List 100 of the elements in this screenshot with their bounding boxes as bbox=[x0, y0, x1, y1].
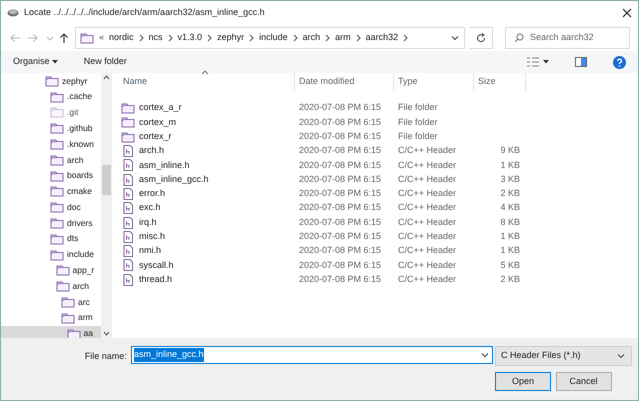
document-icon bbox=[123, 188, 133, 200]
close-icon[interactable] bbox=[622, 8, 632, 18]
file-name-field[interactable]: asm_inline_gcc.h bbox=[131, 346, 493, 364]
scrollbar[interactable] bbox=[101, 73, 112, 338]
file-name[interactable]: thread.h bbox=[139, 272, 172, 286]
column-header[interactable]: Name bbox=[119, 73, 295, 91]
preview-pane-icon[interactable] bbox=[575, 57, 587, 67]
file-name[interactable]: irq.h bbox=[139, 216, 157, 230]
tree-item[interactable]: .github bbox=[1, 120, 101, 136]
type-cell-text: C/C++ Header bbox=[397, 158, 458, 172]
document-icon bbox=[123, 174, 133, 186]
tree-item[interactable]: aa bbox=[1, 326, 101, 338]
file-name[interactable]: cortex_a_r bbox=[139, 101, 182, 115]
column-header[interactable]: Size bbox=[474, 73, 526, 91]
chevron-icon bbox=[249, 34, 254, 42]
tree-item[interactable]: dts bbox=[1, 230, 101, 247]
file-type-select[interactable]: C Header Files (*.h) bbox=[495, 346, 632, 366]
refresh-button[interactable] bbox=[469, 27, 494, 49]
breadcrumb[interactable]: nordic bbox=[109, 31, 134, 45]
breadcrumb[interactable]: arch bbox=[302, 31, 320, 45]
breadcrumb[interactable]: arm bbox=[335, 31, 351, 45]
date-cell-text: 2020-07-08 PM 6:15 bbox=[298, 244, 382, 258]
type-cell-text: File folder bbox=[397, 101, 439, 114]
file-name[interactable]: arch.h bbox=[139, 144, 164, 158]
tree-item[interactable]: arm bbox=[1, 310, 101, 326]
date-cell-text: 2020-07-08 PM 6:15 bbox=[298, 187, 382, 200]
document-icon bbox=[123, 230, 133, 243]
help-icon[interactable] bbox=[613, 56, 626, 68]
tree-item[interactable]: app_r bbox=[1, 262, 101, 278]
breadcrumb[interactable]: v1.3.0 bbox=[178, 31, 202, 45]
chevron-icon bbox=[403, 34, 408, 42]
file-name-label: File name: bbox=[84, 350, 127, 364]
size-cell: 2 KB bbox=[500, 188, 520, 198]
type-cell-text: C/C++ Header bbox=[397, 201, 458, 214]
type-cell-text: C/C++ Header bbox=[397, 172, 458, 186]
app-icon bbox=[7, 8, 19, 18]
breadcrumb[interactable]: aarch32 bbox=[366, 31, 398, 45]
folder-icon bbox=[50, 232, 64, 245]
date-cell-text: 2020-07-08 PM 6:15 bbox=[298, 230, 382, 244]
document-icon bbox=[123, 159, 133, 172]
tree-item[interactable]: arc bbox=[1, 294, 101, 310]
folder-icon bbox=[50, 170, 64, 182]
chevron-icon bbox=[207, 34, 212, 42]
chevron-icon bbox=[292, 34, 298, 42]
folder-icon bbox=[121, 130, 135, 143]
breadcrumb[interactable]: zephyr bbox=[217, 31, 244, 45]
scrollbar-thumb[interactable] bbox=[102, 165, 111, 195]
folder-icon bbox=[50, 106, 64, 118]
address-bar[interactable]: « nordic ncs v1.3.0 zephyr include arch arm aarch32 bbox=[75, 27, 465, 49]
search-field[interactable]: Search aarch32 bbox=[505, 27, 630, 49]
tree-item[interactable]: arch bbox=[1, 278, 101, 294]
folder-icon bbox=[61, 312, 75, 324]
tree-item[interactable]: include bbox=[1, 246, 101, 263]
chevron-icon bbox=[168, 34, 173, 42]
date-cell-text: 2020-07-08 PM 6:15 bbox=[298, 101, 382, 114]
folder-icon bbox=[50, 248, 64, 261]
tree-item[interactable]: .cache bbox=[1, 88, 101, 105]
breadcrumb[interactable]: include bbox=[259, 31, 288, 45]
file-name[interactable]: asm_inline_gcc.h bbox=[139, 172, 209, 186]
folder-icon bbox=[56, 264, 70, 276]
folder-icon bbox=[45, 74, 59, 87]
folder-icon bbox=[80, 32, 94, 44]
folder-icon bbox=[50, 154, 64, 166]
tree-item[interactable]: doc bbox=[1, 199, 101, 216]
tree-item[interactable]: cmake bbox=[1, 184, 101, 200]
cancel-button[interactable]: Cancel bbox=[556, 372, 612, 391]
dropdown-icon[interactable] bbox=[450, 33, 460, 43]
size-cell: 4 KB bbox=[500, 202, 520, 212]
view-options-icon[interactable] bbox=[526, 57, 538, 67]
organise-button[interactable]: Organise bbox=[13, 55, 58, 69]
date-cell-text: 2020-07-08 PM 6:15 bbox=[298, 258, 382, 272]
column-header[interactable]: Type bbox=[394, 73, 474, 91]
file-name[interactable]: cortex_m bbox=[139, 116, 176, 130]
folder-icon bbox=[50, 217, 64, 230]
file-name[interactable]: misc.h bbox=[139, 230, 166, 244]
tree-item[interactable]: arch bbox=[1, 152, 101, 168]
date-cell-text: 2020-07-08 PM 6:15 bbox=[298, 272, 382, 286]
file-name[interactable]: syscall.h bbox=[139, 258, 174, 272]
file-name[interactable]: asm_inline.h bbox=[139, 158, 190, 172]
new-folder-button[interactable]: New folder bbox=[84, 55, 127, 69]
tree-item[interactable]: .git bbox=[1, 104, 101, 120]
size-cell: 1 KB bbox=[500, 231, 520, 242]
tree-item[interactable]: boards bbox=[1, 168, 101, 184]
tree-item[interactable]: zephyr bbox=[1, 73, 101, 89]
overflow-crumb[interactable]: « bbox=[99, 31, 104, 45]
tree-item[interactable]: .known bbox=[1, 136, 101, 152]
size-cell: 9 KB bbox=[500, 145, 520, 156]
column-header[interactable]: Date modified bbox=[295, 73, 394, 91]
tree-item[interactable]: drivers bbox=[1, 215, 101, 231]
caret-icon[interactable] bbox=[543, 60, 549, 64]
open-button[interactable]: Open bbox=[495, 372, 551, 391]
folder-icon bbox=[56, 280, 70, 292]
date-cell-text: 2020-07-08 PM 6:15 bbox=[298, 216, 382, 229]
up-icon[interactable] bbox=[59, 32, 69, 44]
file-name[interactable]: cortex_r bbox=[139, 130, 172, 144]
file-name[interactable]: error.h bbox=[139, 187, 166, 201]
breadcrumb[interactable]: ncs bbox=[148, 31, 163, 45]
folder-icon bbox=[121, 116, 135, 128]
file-name[interactable]: nmi.h bbox=[139, 244, 162, 258]
file-name[interactable]: exc.h bbox=[139, 201, 161, 215]
